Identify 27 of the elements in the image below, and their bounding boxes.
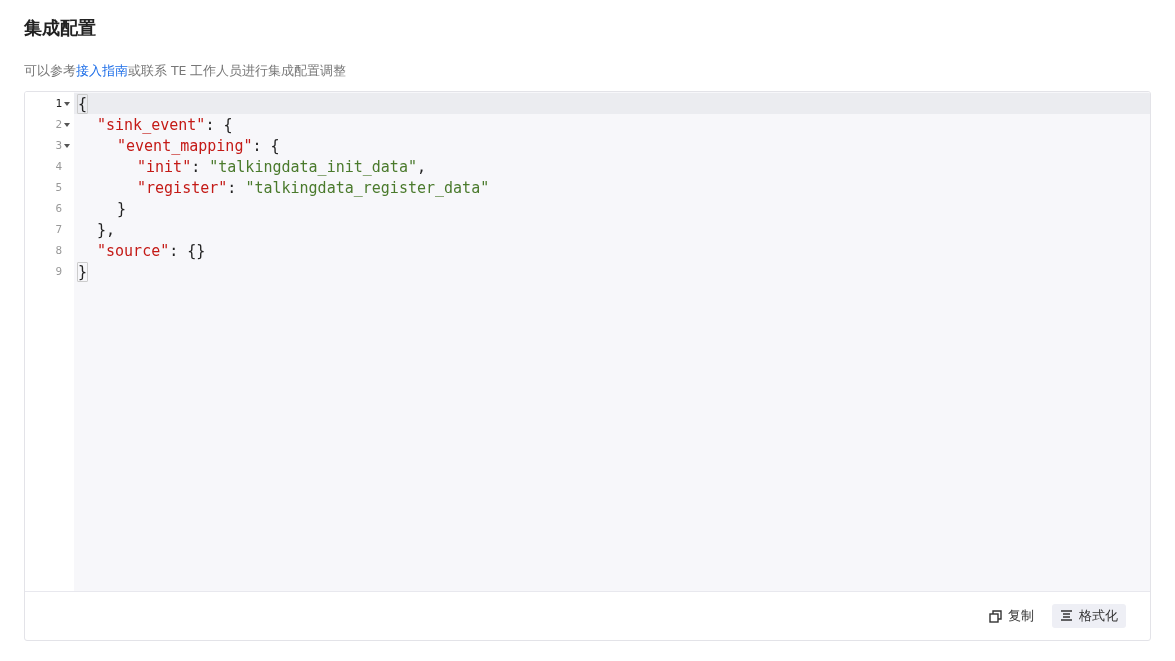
code-line: }, [97, 219, 116, 240]
code-line: "register": "talkingdata_register_data" [137, 177, 490, 198]
line-number: 3 [55, 139, 62, 152]
guide-link[interactable]: 接入指南 [76, 63, 128, 78]
line-number: 7 [55, 223, 62, 236]
code-line: "event_mapping": { [117, 135, 280, 156]
code-line: "sink_event": { [97, 114, 233, 135]
line-number: 8 [55, 244, 62, 257]
format-button[interactable]: 格式化 [1052, 604, 1126, 628]
page-title: 集成配置 [24, 16, 97, 40]
line-number: 5 [55, 181, 62, 194]
fold-caret-icon[interactable] [63, 101, 71, 106]
line-number: 4 [55, 160, 62, 173]
fold-caret-icon[interactable] [63, 143, 71, 148]
copy-button[interactable]: 复制 [981, 604, 1042, 628]
code-line: "init": "talkingdata_init_data", [137, 156, 426, 177]
code-line: "source": {} [97, 240, 206, 261]
line-number: 6 [55, 202, 62, 215]
line-number: 9 [55, 265, 62, 278]
copy-icon [989, 609, 1002, 623]
code-editor[interactable]: 1 2 3 4 5 6 7 8 9 { "sink_event": { "event_mapping": { "init": "talkingdata_init_data", "register": "talkingdata_register_data" } }, "source": {} } 复制 格式化 [24, 91, 1151, 641]
description-text: 可以参考接入指南或联系 TE 工作人员进行集成配置调整 [24, 63, 348, 79]
code-line: } [117, 198, 127, 219]
fold-caret-icon[interactable] [63, 122, 71, 127]
line-number: 1 [55, 97, 62, 110]
lines-icon [1060, 610, 1073, 622]
line-number: 2 [55, 118, 62, 131]
